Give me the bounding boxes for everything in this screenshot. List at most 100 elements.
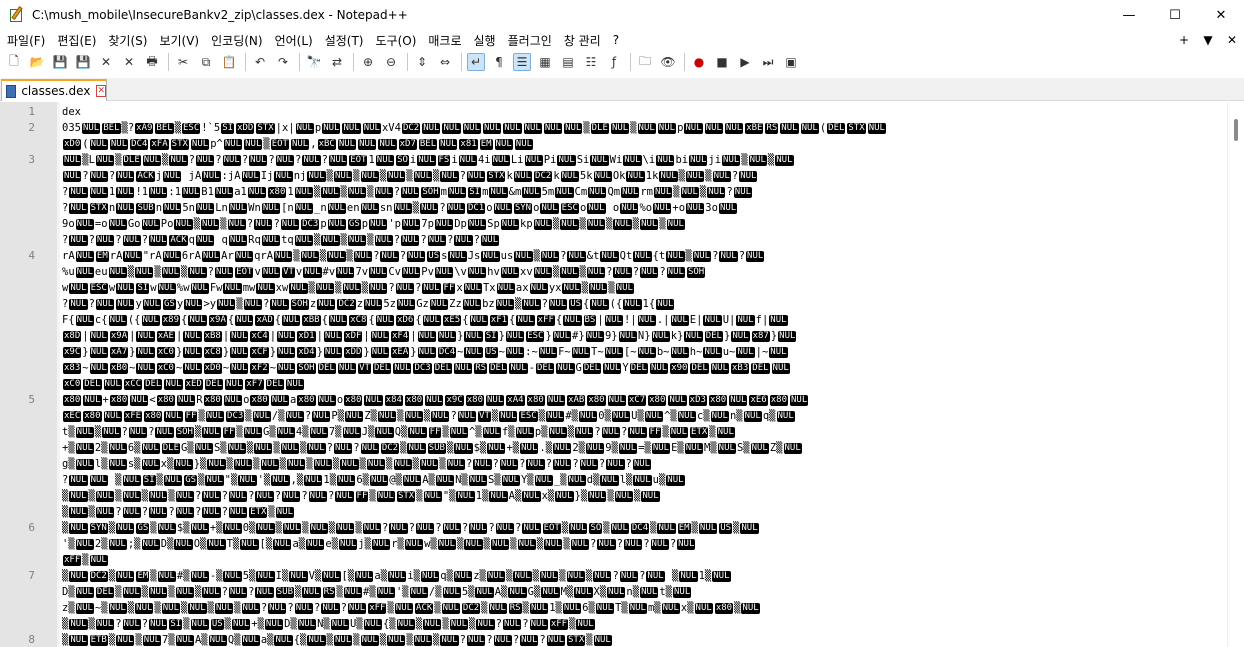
text-token: ▒: [665, 570, 679, 582]
saved-file-icon: [6, 84, 17, 98]
save-icon[interactable]: 💾: [51, 53, 69, 71]
fold-margin[interactable]: [57, 102, 60, 647]
menu-item-3[interactable]: 보기(V): [154, 32, 204, 49]
run-macro-multiple-icon[interactable]: ⏭: [759, 53, 777, 71]
maximize-button[interactable]: ☐: [1152, 0, 1198, 30]
menu-item-4[interactable]: 인코딩(N): [206, 32, 267, 49]
control-char-token: NUL: [500, 267, 520, 278]
text-token: ▒: [678, 170, 685, 182]
sync-vertical-icon[interactable]: ⇕: [413, 53, 431, 71]
tab-classes-dex[interactable]: classes.dex ✕: [1, 79, 107, 101]
redo-icon[interactable]: ↷: [274, 53, 292, 71]
copy-icon[interactable]: ⧉: [197, 53, 215, 71]
udl-icon[interactable]: ▦: [536, 53, 554, 71]
close-icon[interactable]: ✕: [97, 53, 115, 71]
sync-horizontal-icon[interactable]: ⇔: [436, 53, 454, 71]
minimize-button[interactable]: —: [1106, 0, 1152, 30]
control-char-token: DC3: [226, 411, 245, 422]
control-char-token: NUL: [312, 411, 331, 422]
text-token: ?: [194, 490, 202, 502]
scrollbar-thumb[interactable]: [1234, 119, 1238, 141]
menu-item-6[interactable]: 설정(T): [320, 32, 369, 49]
menu-item-12[interactable]: ?: [608, 33, 624, 47]
control-char-token: NUL: [500, 219, 520, 230]
playback-icon[interactable]: ▶: [736, 53, 754, 71]
text-token: ~: [82, 362, 89, 374]
save-macro-icon[interactable]: ▣: [782, 53, 800, 71]
control-char-token: EM: [95, 251, 109, 262]
text-token: o: [606, 202, 620, 214]
tab-list-dropdown[interactable]: ▼: [1196, 33, 1220, 47]
menu-item-5[interactable]: 언어(L): [270, 32, 318, 49]
new-tab-button[interactable]: +: [1172, 33, 1196, 47]
control-char-token: NUL: [69, 187, 88, 198]
control-char-token: NUL: [116, 187, 135, 198]
stop-record-icon[interactable]: ■: [713, 53, 731, 71]
indent-guide-icon[interactable]: ☰: [513, 53, 531, 71]
new-file-icon[interactable]: 🗋: [5, 53, 23, 71]
control-char-token: NUL: [579, 459, 598, 470]
text-token: ▒: [150, 570, 157, 582]
control-char-token: NUL: [277, 347, 296, 358]
control-char-token: NUL: [402, 219, 421, 230]
menu-item-11[interactable]: 창 관리: [559, 32, 606, 49]
close-document-button[interactable]: ✕: [1220, 33, 1244, 47]
control-char-token: NUL: [533, 219, 552, 230]
control-char-token: NUL: [306, 539, 325, 550]
control-char-token: xFE: [123, 411, 143, 422]
menu-item-10[interactable]: 플러그인: [503, 32, 557, 49]
tab-close-icon[interactable]: ✕: [96, 85, 106, 97]
control-char-token: ESC: [182, 123, 201, 134]
zoom-out-icon[interactable]: ⊖: [382, 53, 400, 71]
control-char-token: NUL: [439, 139, 458, 150]
replace-icon[interactable]: ⇄: [328, 53, 346, 71]
open-file-icon[interactable]: 📂: [28, 53, 46, 71]
vertical-scrollbar[interactable]: [1227, 102, 1244, 647]
control-char-token: NUL: [449, 619, 469, 630]
undo-icon[interactable]: ↶: [251, 53, 269, 71]
text-token: ▒: [234, 602, 241, 614]
control-char-token: NUL: [75, 219, 94, 230]
show-all-chars-icon[interactable]: ¶: [490, 53, 508, 71]
monitor-icon[interactable]: 👁: [659, 53, 677, 71]
menu-item-7[interactable]: 도구(O): [371, 32, 422, 49]
editor-area[interactable]: 12345678 dex 035 NUL BEL ▒? xA9 BEL ▒ ESC !`5 SI xD…: [0, 102, 1244, 647]
control-char-token: NUL: [75, 603, 94, 614]
control-char-token: NUL: [225, 379, 244, 390]
text-token: }: [316, 346, 323, 358]
text-content[interactable]: dex 035 NUL BEL ▒? xA9 BEL ▒ ESC !`5 SI xDD STX |x| NU…: [62, 102, 1220, 647]
close-button[interactable]: ✕: [1198, 0, 1244, 30]
folder-workspace-icon[interactable]: 🗀: [636, 53, 654, 71]
text-token: y: [176, 298, 184, 310]
code-line: ? NUL? NUL? NUL? NUL ACK q NUL q NUL Rq NUL tq NUL ▒ N…: [62, 232, 500, 248]
text-token: ▒: [379, 170, 387, 182]
doc-map-icon[interactable]: ▤: [559, 53, 577, 71]
zoom-in-icon[interactable]: ⊕: [359, 53, 377, 71]
text-token: o: [243, 394, 250, 406]
control-char-token: NUL: [387, 635, 406, 646]
cut-icon[interactable]: ✂: [174, 53, 192, 71]
control-char-token: NUL: [600, 251, 619, 262]
close-all-icon[interactable]: ✕: [120, 53, 138, 71]
find-icon[interactable]: 🔭: [305, 53, 323, 71]
menu-item-8[interactable]: 매크로: [423, 32, 466, 49]
record-macro-icon[interactable]: ●: [690, 53, 708, 71]
word-wrap-icon[interactable]: ↵: [467, 53, 485, 71]
print-icon[interactable]: 🖶: [143, 53, 161, 71]
menu-item-0[interactable]: 파일(F): [2, 32, 50, 49]
text-token: S▒: [736, 442, 750, 454]
text-token: a: [289, 394, 297, 406]
control-char-token: NUL: [387, 171, 406, 182]
control-char-token: NUL: [289, 571, 308, 582]
control-char-token: NUL: [214, 187, 234, 198]
control-char-token: x80: [526, 395, 545, 406]
menu-item-2[interactable]: 찾기(S): [103, 32, 152, 49]
control-char-token: NUL: [274, 251, 293, 262]
function-list-icon[interactable]: ƒ: [605, 53, 623, 71]
menu-item-9[interactable]: 실행: [469, 32, 501, 49]
paste-icon[interactable]: 📋: [220, 53, 238, 71]
save-all-icon[interactable]: 💾: [74, 53, 92, 71]
doc-list-icon[interactable]: ☷: [582, 53, 600, 71]
menu-item-1[interactable]: 편집(E): [52, 32, 101, 49]
control-char-token: NUL: [483, 123, 502, 134]
